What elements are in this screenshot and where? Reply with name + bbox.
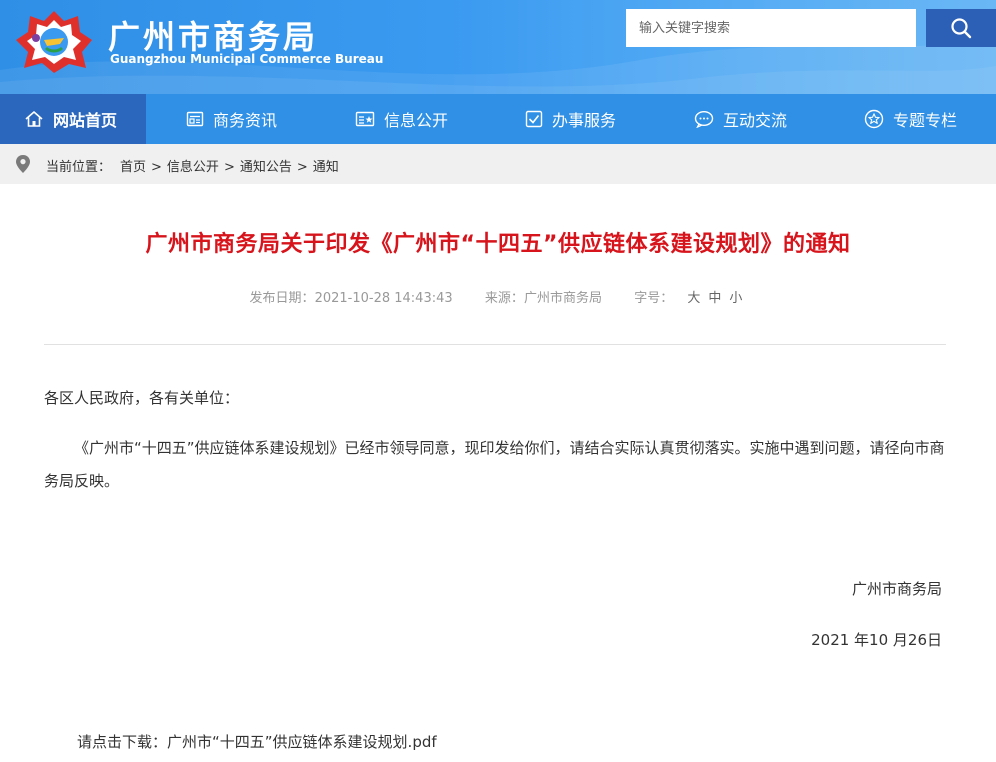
- breadcrumb-separator: >: [296, 160, 308, 175]
- nav-item-news[interactable]: 商务资讯: [186, 94, 277, 144]
- article-title: 广州市商务局关于印发《广州市“十四五”供应链体系建设规划》的通知: [145, 232, 851, 257]
- breadcrumb-label: 当前位置：: [46, 160, 112, 175]
- source-value: 广州市商务局: [523, 291, 602, 306]
- nav-item-label: 专题专栏: [893, 111, 958, 130]
- breadcrumb: 当前位置： 首页 > 信息公开 > 通知公告 > 通知: [0, 144, 996, 184]
- article-meta: 发布日期：2021-10-28 14:43:43 来源：广州市商务局 字号： 大…: [0, 287, 996, 306]
- breadcrumb-link-info[interactable]: 信息公开: [167, 160, 219, 175]
- source-label: 来源：: [484, 291, 524, 306]
- search-button[interactable]: [926, 9, 996, 47]
- nav-item-special-topics[interactable]: 专题专栏: [864, 94, 957, 144]
- nav-item-interaction[interactable]: 互动交流: [694, 94, 787, 144]
- info-card-icon: [355, 111, 375, 127]
- search-icon: [951, 18, 972, 39]
- breadcrumb-separator: >: [151, 160, 162, 175]
- nav-item-label: 办事服务: [552, 111, 617, 130]
- main-nav: 网站首页 商务资讯 信息公开 办事服务 互动交流 专题专栏: [0, 94, 996, 144]
- breadcrumb-separator: >: [223, 160, 235, 175]
- nav-item-home[interactable]: 网站首页: [0, 94, 146, 144]
- download-line: 请点击下载：广州市“十四五”供应链体系建设规划.pdf: [77, 731, 437, 752]
- font-size-medium[interactable]: 中: [708, 291, 721, 306]
- location-pin-icon: [16, 155, 30, 173]
- nav-item-label: 网站首页: [53, 111, 118, 130]
- article-salutation: 各区人民政府，各有关单位：: [44, 389, 240, 407]
- breadcrumb-link-notice[interactable]: 通知: [313, 160, 339, 175]
- nav-item-label: 商务资讯: [213, 111, 278, 130]
- article-signature: 广州市商务局: [851, 580, 942, 598]
- font-size-large[interactable]: 大: [687, 291, 700, 306]
- home-icon: [25, 111, 43, 127]
- nav-item-label: 互动交流: [723, 111, 788, 130]
- publish-date: 2021-10-28 14:43:43: [314, 291, 453, 306]
- star-icon: [864, 109, 884, 129]
- chat-bubble-icon: [694, 110, 714, 128]
- checkbox-icon: [525, 110, 543, 128]
- site-title-en: Guangzhou Municipal Commerce Bureau: [110, 52, 384, 66]
- nav-item-info-disclosure[interactable]: 信息公开: [355, 94, 448, 144]
- font-size-label: 字号：: [634, 291, 674, 306]
- download-file-link[interactable]: 广州市“十四五”供应链体系建设规划.pdf: [167, 733, 437, 751]
- search-input[interactable]: [626, 9, 916, 47]
- news-icon: [186, 111, 204, 127]
- article-divider: [44, 344, 946, 345]
- breadcrumb-link-home[interactable]: 首页: [120, 160, 146, 175]
- nav-item-label: 信息公开: [384, 111, 449, 130]
- nav-item-services[interactable]: 办事服务: [525, 94, 616, 144]
- font-size-small[interactable]: 小: [729, 291, 742, 306]
- breadcrumb-link-notices[interactable]: 通知公告: [240, 160, 292, 175]
- breadcrumb-path: 首页 > 信息公开 > 通知公告 > 通知: [120, 156, 339, 175]
- article-sign-date: 2021 年10 月26日: [811, 631, 942, 649]
- download-label: 请点击下载：: [77, 733, 168, 751]
- article-paragraph: 《广州市“十四五”供应链体系建设规划》已经市领导同意，现印发给你们，请结合实际认…: [44, 439, 945, 490]
- font-size-controls: 大中小: [683, 291, 746, 306]
- site-header: 广州市商务局 Guangzhou Municipal Commerce Bure…: [0, 0, 996, 94]
- bureau-logo-icon: [16, 11, 92, 73]
- publish-date-label: 发布日期：: [249, 291, 315, 306]
